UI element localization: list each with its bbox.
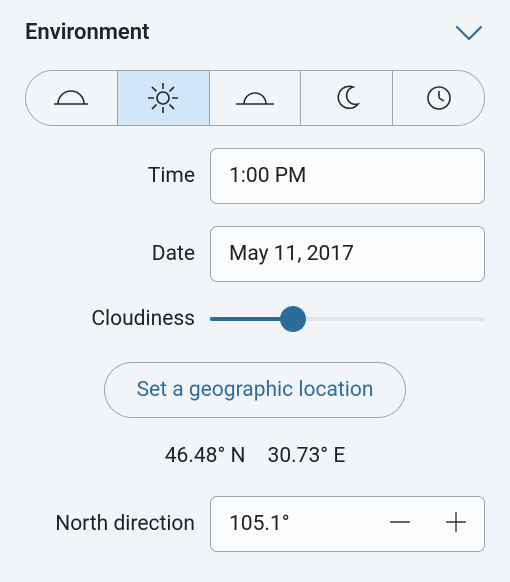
north-increment-button[interactable] bbox=[428, 497, 484, 551]
tod-night[interactable] bbox=[301, 71, 393, 125]
tod-sunset[interactable] bbox=[210, 71, 302, 125]
section-title: Environment bbox=[25, 20, 149, 45]
set-location-label: Set a geographic location bbox=[137, 378, 374, 402]
time-of-day-segmented bbox=[25, 70, 485, 126]
sun-icon bbox=[146, 81, 180, 115]
cloudiness-slider[interactable] bbox=[210, 304, 485, 334]
date-label: Date bbox=[25, 242, 210, 266]
tod-custom-time[interactable] bbox=[393, 71, 484, 125]
date-field[interactable]: May 11, 2017 bbox=[210, 226, 485, 282]
section-header: Environment bbox=[25, 20, 485, 45]
cloudiness-row: Cloudiness bbox=[25, 304, 485, 334]
longitude-value: 30.73° E bbox=[268, 444, 346, 468]
location-button-row: Set a geographic location bbox=[25, 362, 485, 418]
clock-icon bbox=[425, 84, 453, 112]
collapse-chevron-icon[interactable] bbox=[453, 23, 485, 43]
moon-icon bbox=[333, 84, 361, 112]
time-label: Time bbox=[25, 164, 210, 188]
tod-sunrise[interactable] bbox=[26, 71, 118, 125]
tod-sun[interactable] bbox=[118, 71, 210, 125]
coordinates-row: 46.48° N 30.73° E bbox=[25, 444, 485, 468]
sunset-icon bbox=[236, 86, 274, 110]
north-decrement-button[interactable] bbox=[372, 497, 428, 551]
cloudiness-label: Cloudiness bbox=[25, 307, 210, 331]
north-label: North direction bbox=[25, 512, 210, 536]
north-direction-field[interactable]: 105.1° bbox=[210, 496, 485, 552]
north-value: 105.1° bbox=[211, 512, 372, 536]
time-row: Time 1:00 PM bbox=[25, 148, 485, 204]
latitude-value: 46.48° N bbox=[165, 444, 246, 468]
slider-thumb[interactable] bbox=[280, 306, 306, 332]
sunrise-icon bbox=[54, 84, 88, 112]
minus-icon bbox=[387, 509, 413, 539]
time-value: 1:00 PM bbox=[229, 164, 306, 188]
set-location-button[interactable]: Set a geographic location bbox=[104, 362, 407, 418]
plus-icon bbox=[443, 509, 469, 539]
date-value: May 11, 2017 bbox=[229, 242, 354, 266]
north-row: North direction 105.1° bbox=[25, 496, 485, 552]
time-field[interactable]: 1:00 PM bbox=[210, 148, 485, 204]
date-row: Date May 11, 2017 bbox=[25, 226, 485, 282]
